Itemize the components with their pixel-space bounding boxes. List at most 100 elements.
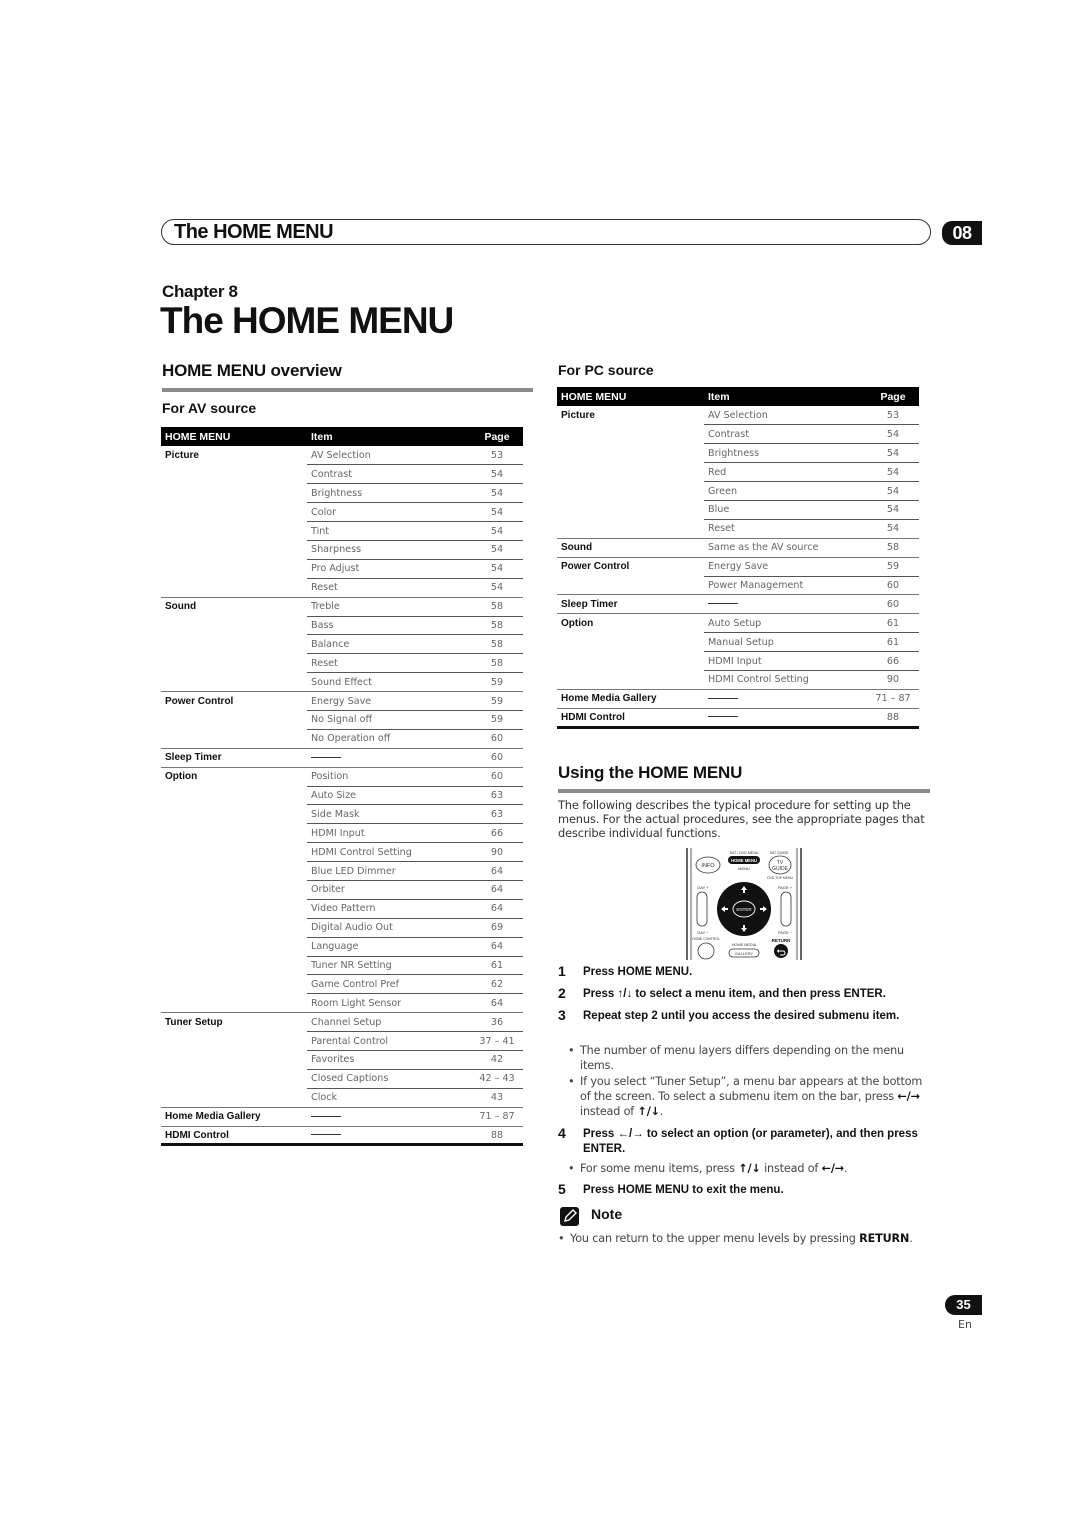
cell-item: Green bbox=[704, 481, 867, 501]
cell-item: Tuner NR Setting bbox=[307, 955, 471, 975]
cell-page: 54 bbox=[471, 464, 523, 484]
cell-page: 61 bbox=[471, 955, 523, 975]
table-row: Reset 54 bbox=[557, 518, 919, 539]
cell-page: 64 bbox=[471, 936, 523, 957]
table-row: Tint 54 bbox=[161, 521, 523, 541]
step-text: Press ↑/↓ to select a menu item, and the… bbox=[583, 988, 886, 1000]
note-label: Note bbox=[591, 1206, 623, 1222]
cell-home-menu: Power Control bbox=[161, 691, 307, 711]
cell-item: HDMI Input bbox=[704, 651, 867, 671]
cell-home-menu bbox=[161, 824, 307, 843]
table-row: HDMI Input 66 bbox=[557, 651, 919, 671]
cell-home-menu bbox=[161, 805, 307, 824]
intro-paragraph: The following describes the typical proc… bbox=[558, 798, 925, 840]
cell-home-menu: Home Media Gallery bbox=[557, 688, 704, 709]
cell-item: Blue LED Dimmer bbox=[307, 861, 471, 881]
dash-placeholder bbox=[708, 716, 738, 718]
cell-home-menu bbox=[161, 710, 307, 729]
cell-home-menu bbox=[161, 616, 307, 635]
cell-home-menu bbox=[161, 1032, 307, 1051]
cell-item: Auto Size bbox=[307, 785, 471, 805]
cell-page: 71 – 87 bbox=[867, 688, 919, 709]
cell-page: 54 bbox=[471, 577, 523, 598]
cell-page: 64 bbox=[471, 879, 523, 900]
cell-page: 69 bbox=[471, 917, 523, 938]
cell-item: Reset bbox=[307, 653, 471, 673]
cell-item: Orbiter bbox=[307, 879, 471, 900]
cell-item: HDMI Input bbox=[307, 823, 471, 843]
table-row: HDMI Control Setting 90 bbox=[557, 669, 919, 690]
cell-page: 37 – 41 bbox=[471, 1031, 523, 1051]
table-row: Color 54 bbox=[161, 502, 523, 522]
cell-item: Language bbox=[307, 936, 471, 957]
note-text: You can return to the upper menu levels … bbox=[558, 1231, 920, 1246]
table-row: Orbiter 64 bbox=[161, 879, 523, 900]
cell-home-menu: Sound bbox=[161, 596, 307, 617]
using-heading-rule bbox=[558, 789, 930, 793]
table-row: Picture AV Selection 53 bbox=[161, 446, 523, 465]
cell-home-menu: Home Media Gallery bbox=[161, 1106, 307, 1127]
cell-page: 58 bbox=[471, 596, 523, 617]
table-row: Side Mask 63 bbox=[161, 804, 523, 824]
table-row: Video Pattern 64 bbox=[161, 898, 523, 919]
cell-home-menu bbox=[161, 1051, 307, 1070]
column-header-item: Item bbox=[704, 387, 867, 406]
cell-item: Energy Save bbox=[307, 691, 471, 711]
table-row: Power Management 60 bbox=[557, 575, 919, 595]
table-header-row: HOME MENU Item Page bbox=[161, 427, 523, 446]
up-down-arrows-icon: ↑/↓ bbox=[617, 988, 633, 1000]
chapter-label: Chapter 8 bbox=[162, 282, 238, 301]
cell-home-menu bbox=[161, 1088, 307, 1107]
cell-page: 53 bbox=[490, 449, 504, 461]
cell-page: 88 bbox=[867, 707, 919, 729]
cell-item: Red bbox=[704, 462, 867, 482]
table-row: HDMI Control 88 bbox=[557, 707, 919, 729]
overview-heading: HOME MENU overview bbox=[162, 361, 342, 380]
cell-home-menu bbox=[161, 559, 307, 578]
cell-home-menu bbox=[161, 540, 307, 559]
cell-home-menu: Picture bbox=[561, 409, 595, 421]
cell-page: 42 bbox=[471, 1050, 523, 1070]
table-header-row: HOME MENU Item Page bbox=[557, 387, 919, 406]
cell-item: Brightness bbox=[307, 483, 471, 503]
table-row: No Signal off 59 bbox=[161, 709, 523, 730]
table-row: Home Media Gallery 71 – 87 bbox=[557, 688, 919, 709]
cell-page: 63 bbox=[471, 785, 523, 805]
up-down-arrows-icon: ↑/↓ bbox=[637, 1105, 661, 1118]
cell-home-menu bbox=[161, 484, 307, 503]
svg-text:GALLERY: GALLERY bbox=[735, 951, 754, 956]
cell-home-menu bbox=[557, 444, 704, 463]
cell-page: 60 bbox=[867, 575, 919, 595]
column-header-page: Page bbox=[471, 427, 523, 446]
cell-item: Digital Audio Out bbox=[307, 917, 471, 938]
table-row: Brightness 54 bbox=[557, 443, 919, 463]
dash-placeholder bbox=[708, 697, 738, 699]
cell-home-menu: HDMI Control bbox=[557, 707, 704, 729]
cell-page: 54 bbox=[471, 483, 523, 503]
day-rocker bbox=[696, 891, 708, 927]
table-row: HDMI Control 88 bbox=[161, 1125, 523, 1147]
table-row: Blue 54 bbox=[557, 499, 919, 520]
svg-text:HOME MENU: HOME MENU bbox=[731, 858, 757, 863]
cell-home-menu bbox=[161, 522, 307, 541]
cell-page: 60 bbox=[471, 728, 523, 749]
table-row: Room Light Sensor 64 bbox=[161, 993, 523, 1013]
table-row: Green 54 bbox=[557, 481, 919, 501]
column-header-item: Item bbox=[307, 427, 471, 446]
cell-page: 54 bbox=[867, 518, 919, 539]
table-row: Language 64 bbox=[161, 936, 523, 957]
column-header-home-menu: HOME MENU bbox=[161, 427, 307, 446]
cell-item: No Signal off bbox=[307, 709, 471, 730]
cell-item: Color bbox=[307, 502, 471, 522]
cell-home-menu bbox=[161, 654, 307, 673]
cell-item: Energy Save bbox=[704, 556, 867, 577]
page-title: The HOME MENU bbox=[160, 300, 454, 341]
bullet-some-items: For some menu items, press ↑/↓ instead o… bbox=[568, 1161, 930, 1176]
cell-home-menu: Option bbox=[161, 766, 307, 787]
cell-item bbox=[307, 747, 471, 768]
cell-page: 54 bbox=[471, 558, 523, 579]
table-row: Balance 58 bbox=[161, 634, 523, 654]
cell-item: Position bbox=[307, 766, 471, 787]
cell-home-menu bbox=[161, 635, 307, 654]
step-number: 2 bbox=[558, 985, 566, 1001]
